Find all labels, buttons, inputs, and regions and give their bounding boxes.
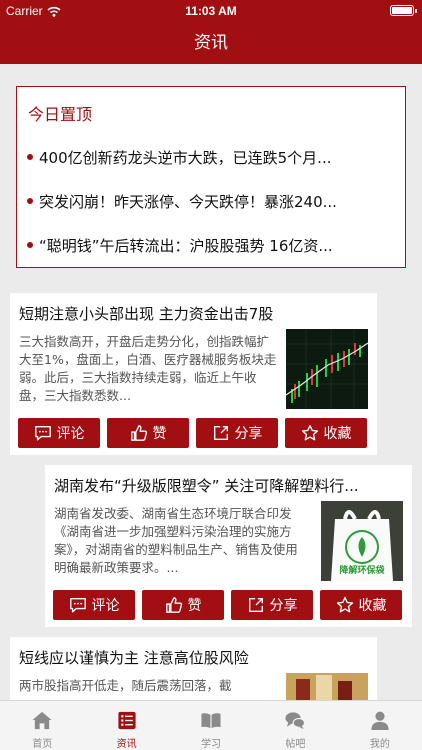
tab-bar: 首页 资讯 学习 帖吧 我的 xyxy=(0,700,422,750)
battery-icon xyxy=(390,5,417,16)
favorite-label: 收藏 xyxy=(358,598,387,614)
pinned-item-text: 突发闪崩！昨天涨停、今天跌停！暴涨240... xyxy=(39,193,337,211)
article-summary: 三大指数高开，开盘后走势分化，创指跌幅扩大至1%，盘面上，白酒、医疗器械服务板块… xyxy=(19,334,277,403)
like-button[interactable]: 赞 xyxy=(107,418,189,448)
bullet-icon xyxy=(27,241,33,248)
thumbs-up-icon xyxy=(130,425,147,441)
liquor-thumbnail xyxy=(286,673,368,700)
bullet-icon xyxy=(27,153,33,160)
star-icon xyxy=(336,596,353,613)
share-label: 分享 xyxy=(234,426,263,442)
nav-bar: 资讯 xyxy=(0,22,422,64)
biodegradable-bag-thumbnail: 降解环保袋 xyxy=(321,501,403,581)
pinned-panel: 今日置顶 400亿创新药龙头逆市大跌，已连跌5个月... 突发闪崩！昨天涨停、今… xyxy=(16,86,406,268)
tab-label: 首页 xyxy=(32,739,53,750)
like-label: 赞 xyxy=(187,598,202,614)
tab-label: 资讯 xyxy=(116,739,137,750)
favorite-button[interactable]: 收藏 xyxy=(285,418,367,448)
favorite-label: 收藏 xyxy=(323,426,352,442)
pinned-item[interactable]: 突发闪崩！昨天涨停、今天跌停！暴涨240... xyxy=(27,191,389,212)
article-title: 湖南发布“升级版限塑令” 关注可降解塑料行... xyxy=(54,477,359,495)
tab-forum[interactable]: 帖吧 xyxy=(253,701,337,750)
like-button[interactable]: 赞 xyxy=(142,590,224,620)
tab-news[interactable]: 资讯 xyxy=(84,701,168,750)
home-icon xyxy=(32,711,52,730)
comment-button[interactable]: 评论 xyxy=(18,418,100,448)
news-icon xyxy=(118,711,136,730)
tab-home[interactable]: 首页 xyxy=(0,701,84,750)
comment-label: 评论 xyxy=(56,426,85,442)
stock-chart-thumbnail xyxy=(286,329,368,409)
tab-label: 我的 xyxy=(369,739,390,750)
page-title: 资讯 xyxy=(194,33,228,53)
article-summary: 两市股指高开低走，随后震荡回落，截 xyxy=(19,678,232,693)
comment-button[interactable]: 评论 xyxy=(53,590,135,620)
share-button[interactable]: 分享 xyxy=(196,418,278,448)
tab-label: 帖吧 xyxy=(285,739,306,750)
tab-label: 学习 xyxy=(201,739,222,750)
tab-learn[interactable]: 学习 xyxy=(169,701,253,750)
share-label: 分享 xyxy=(269,598,298,614)
thumbs-up-icon xyxy=(165,597,182,613)
pinned-item-text: 400亿创新药龙头逆市大跌，已连跌5个月... xyxy=(39,149,332,167)
article-summary: 湖南省发改委、湖南省生态环境厅联合印发《湖南省进一步加强塑料污染治理的实施方案》… xyxy=(54,506,298,575)
article-card[interactable]: 短线应以谨慎为主 注意高位股风险 两市股指高开低走，随后震荡回落，截 xyxy=(10,637,377,700)
share-button[interactable]: 分享 xyxy=(231,590,313,620)
pinned-item-text: “聪明钱”午后转流出：沪股股强势 16亿资... xyxy=(39,237,333,255)
article-title: 短线应以谨慎为主 注意高位股风险 xyxy=(19,649,249,667)
share-icon xyxy=(248,598,263,612)
comment-label: 评论 xyxy=(91,598,120,614)
chat-icon xyxy=(285,712,306,730)
comment-icon xyxy=(34,426,51,441)
bag-text: 降解环保袋 xyxy=(339,566,385,576)
status-bar: Carrier 11:03 AM xyxy=(0,0,422,22)
article-card[interactable]: 湖南发布“升级版限塑令” 关注可降解塑料行... 湖南省发改委、湖南省生态环境厅… xyxy=(45,465,412,627)
like-label: 赞 xyxy=(152,426,167,442)
star-icon xyxy=(301,424,318,441)
pinned-item[interactable]: 400亿创新药龙头逆市大跌，已连跌5个月... xyxy=(27,147,389,168)
pinned-title: 今日置顶 xyxy=(28,105,93,124)
clock: 11:03 AM xyxy=(185,4,237,18)
favorite-button[interactable]: 收藏 xyxy=(320,590,402,620)
tab-profile[interactable]: 我的 xyxy=(338,701,422,750)
comment-icon xyxy=(69,598,86,613)
book-icon xyxy=(201,713,221,729)
article-title: 短期注意小头部出现 主力资金出击7股 xyxy=(19,305,274,323)
action-bar: 评论 赞 分享 收藏 xyxy=(53,590,402,620)
action-bar: 评论 赞 分享 收藏 xyxy=(18,418,367,448)
share-icon xyxy=(213,426,228,440)
bullet-icon xyxy=(27,197,33,204)
article-card[interactable]: 短期注意小头部出现 主力资金出击7股 三大指数高开，开盘后走势分化，创指跌幅扩大… xyxy=(10,293,377,455)
pinned-item[interactable]: “聪明钱”午后转流出：沪股股强势 16亿资... xyxy=(27,235,389,256)
user-icon xyxy=(371,711,389,731)
